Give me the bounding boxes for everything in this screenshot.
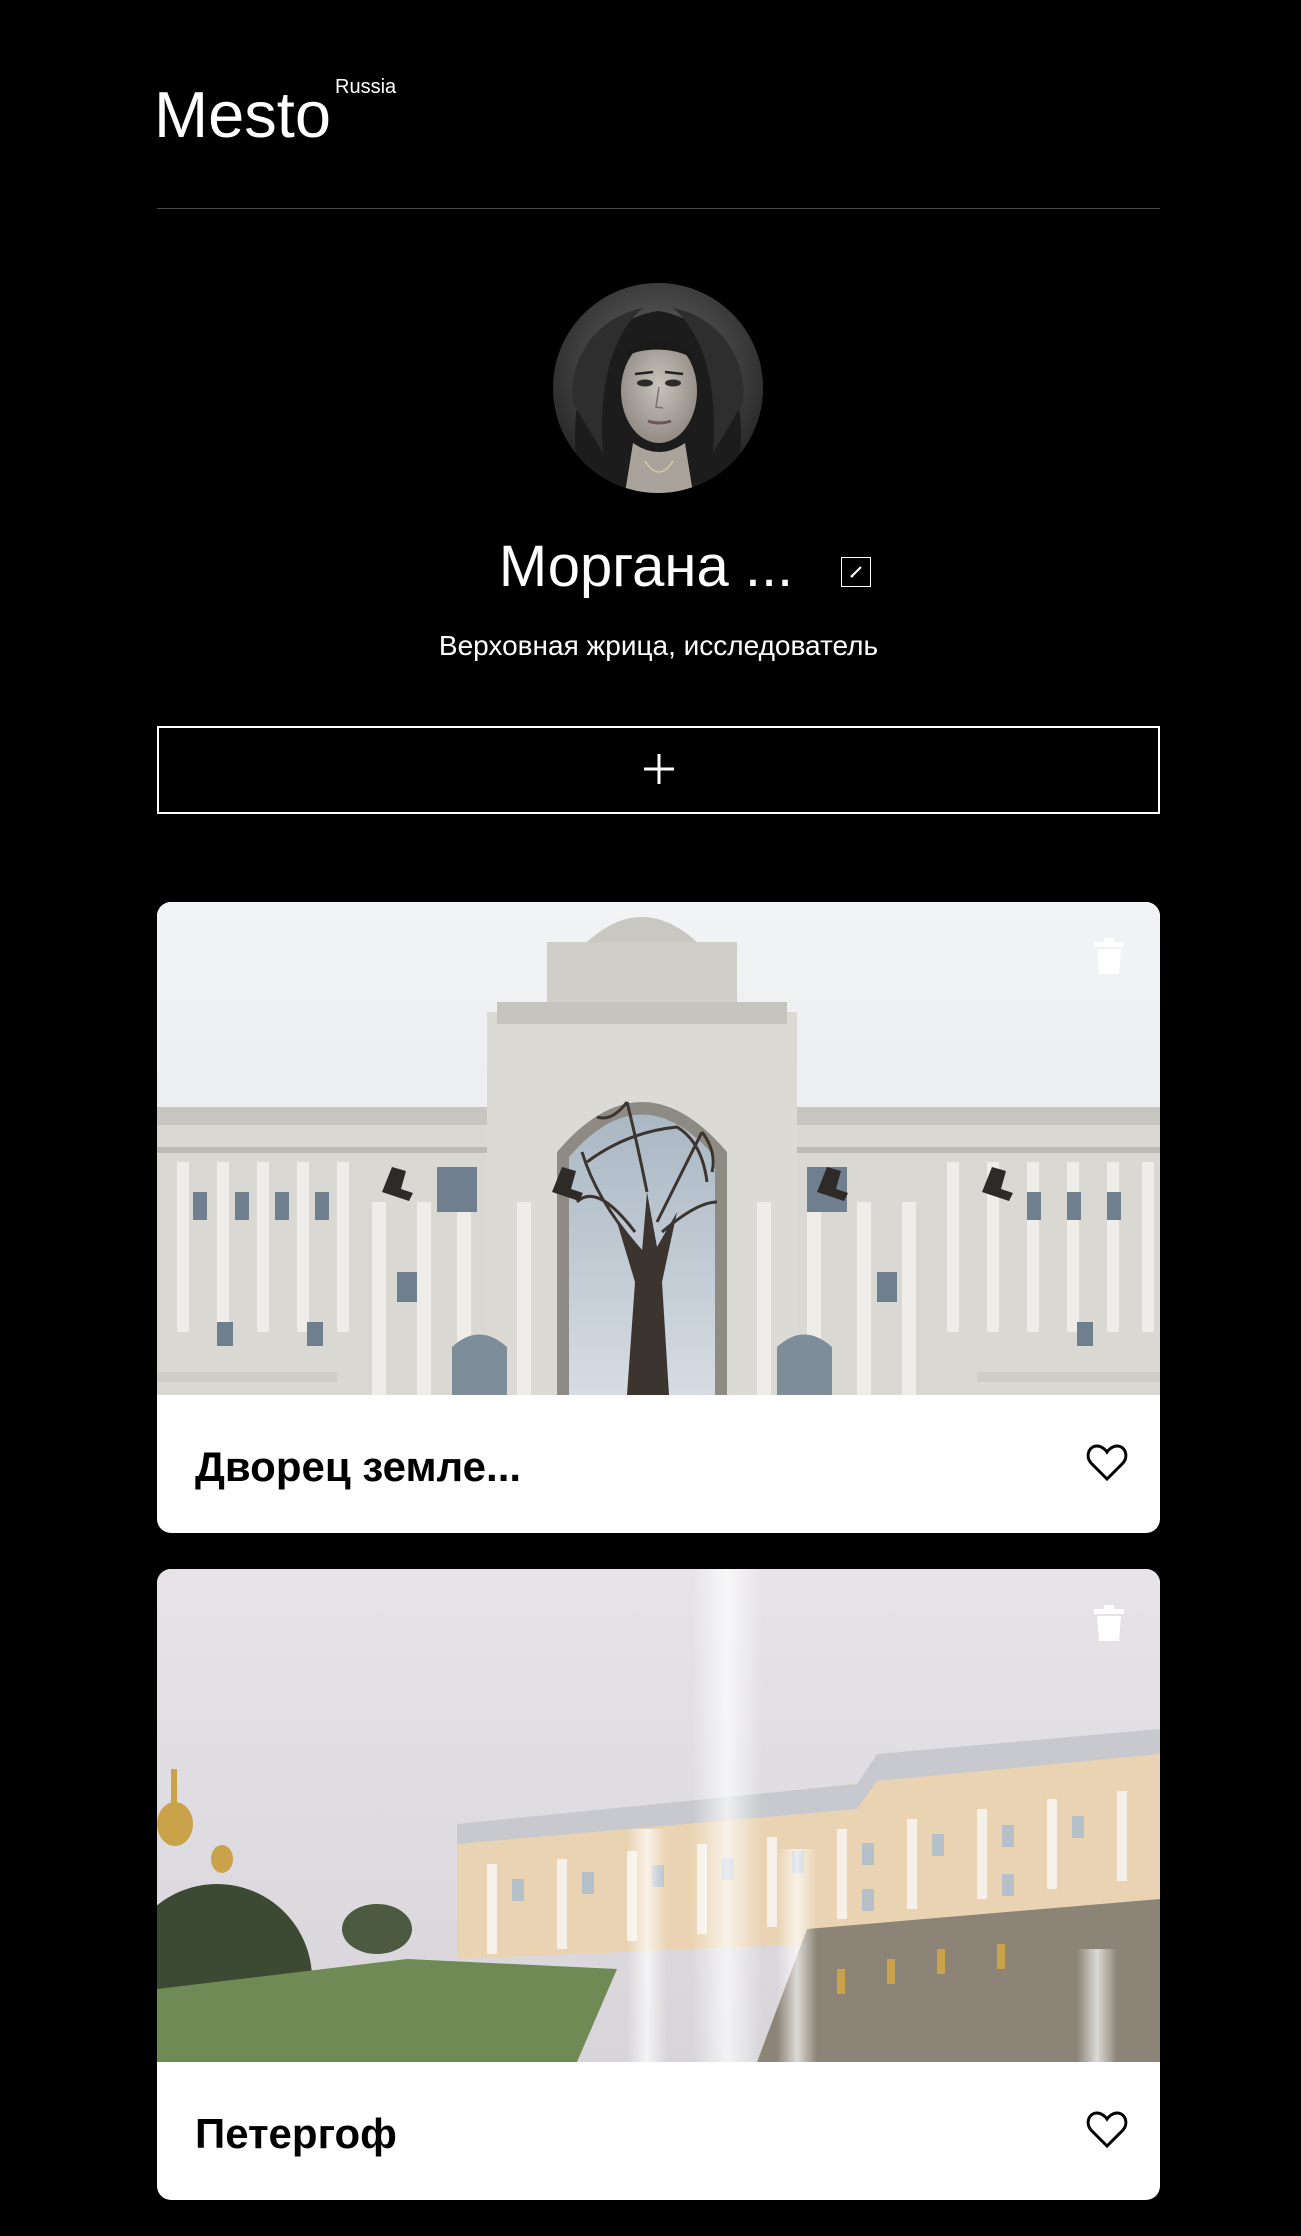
heart-outline-icon xyxy=(1086,1444,1128,1482)
card: Петергоф xyxy=(157,1569,1160,2200)
like-button[interactable] xyxy=(1086,1444,1128,1482)
card-image[interactable] xyxy=(157,1569,1160,2062)
peterhof-fountain-photo xyxy=(157,1569,1160,2062)
delete-card-button[interactable] xyxy=(1092,937,1126,975)
logo-text: Mesto xyxy=(154,78,332,151)
plus-icon xyxy=(643,753,674,784)
profile-about: Верховная жрица, исследователь xyxy=(438,630,879,661)
edit-profile-button[interactable] xyxy=(841,557,871,587)
cards-list: Дворец земле... Петергоф xyxy=(157,902,1160,2236)
card-image[interactable] xyxy=(157,902,1160,1395)
trash-icon xyxy=(1094,938,1124,974)
avatar[interactable] xyxy=(553,283,763,493)
pencil-icon xyxy=(849,566,862,578)
avatar-photo xyxy=(553,283,763,493)
profile-name: Моргана ... xyxy=(498,534,794,599)
profile: Моргана ... Верховная жрица, исследовате… xyxy=(157,209,1160,814)
card-title: Дворец земле... xyxy=(195,1443,522,1490)
heart-outline-icon xyxy=(1086,2111,1128,2149)
trash-icon xyxy=(1094,1605,1124,1641)
like-button[interactable] xyxy=(1086,2111,1128,2149)
palace-with-tree-arch-photo xyxy=(157,902,1160,1395)
page: Mesto Russia Моргана ... Верховная жрица… xyxy=(154,0,1160,814)
profile-name-row: Моргана ... xyxy=(157,532,1160,612)
add-card-button[interactable] xyxy=(157,726,1160,814)
delete-card-button[interactable] xyxy=(1092,1604,1126,1642)
logo-region: Russia xyxy=(335,76,397,98)
logo: Mesto Russia xyxy=(154,76,397,152)
header: Mesto Russia xyxy=(154,0,1160,209)
card: Дворец земле... xyxy=(157,902,1160,1533)
card-title: Петергоф xyxy=(195,2110,397,2157)
